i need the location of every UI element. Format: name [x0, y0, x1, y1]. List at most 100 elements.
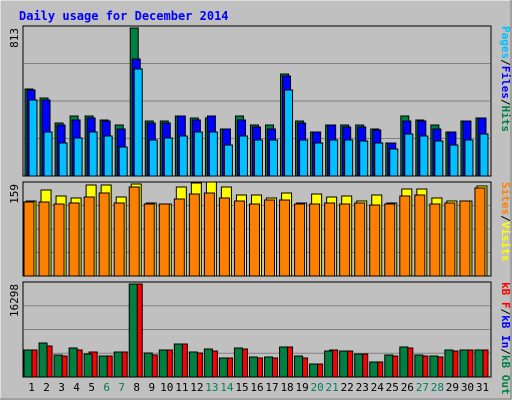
- bar-pages-day-15: [238, 135, 248, 177]
- bar-pages-day-18: [284, 89, 294, 177]
- legend-entry: Pages: [499, 26, 512, 59]
- legend-entry: Sites: [499, 182, 512, 215]
- x-tick-label-day-8: 8: [133, 381, 140, 394]
- bar-kb-out-day-22: [339, 350, 349, 378]
- x-tick-label-day-1: 1: [28, 381, 35, 394]
- bar-pages-day-21: [329, 139, 339, 177]
- x-tick-label-day-10: 10: [160, 381, 173, 394]
- bar-kb-out-day-11: [173, 343, 183, 378]
- bar-kb-out-day-7: [113, 351, 123, 378]
- bar-kb-out-day-13: [203, 348, 213, 378]
- x-tick-label-day-29: 29: [446, 381, 459, 394]
- chart-container: Daily usage for December 2014 813 Pages/F…: [0, 0, 512, 400]
- bar-pages-day-31: [479, 133, 489, 177]
- chart-title: Daily usage for December 2014: [19, 9, 229, 23]
- bar-pages-day-10: [163, 137, 173, 177]
- bar-kb-out-day-3: [53, 354, 63, 378]
- bar-kb-out-day-31: [474, 349, 484, 378]
- x-tick-label-day-11: 11: [175, 381, 188, 394]
- bar-pages-day-19: [299, 139, 309, 177]
- bar-pages-day-17: [269, 139, 279, 177]
- bar-sites-day-13: [203, 192, 215, 277]
- bar-kb-out-day-10: [158, 349, 168, 378]
- bar-kb-out-day-17: [264, 356, 274, 378]
- x-tick-label-day-2: 2: [43, 381, 50, 394]
- bar-pages-day-3: [58, 142, 68, 177]
- bar-pages-day-30: [464, 139, 474, 177]
- bar-pages-day-28: [434, 140, 444, 177]
- x-tick-label-day-6: 6: [103, 381, 110, 394]
- x-tick-label-day-12: 12: [190, 381, 203, 394]
- bar-sites-day-5: [83, 196, 95, 277]
- bar-pages-day-29: [449, 144, 459, 177]
- bar-kb-out-day-21: [324, 350, 334, 378]
- x-tick-label-day-5: 5: [88, 381, 95, 394]
- bar-kb-out-day-6: [98, 355, 108, 378]
- panel-legend: Pages/Files/Hits: [499, 26, 512, 132]
- bar-kb-out-day-15: [233, 347, 243, 378]
- x-tick-label-day-31: 31: [476, 381, 489, 394]
- bar-sites-day-17: [264, 199, 276, 277]
- bar-kb-out-day-4: [68, 347, 78, 378]
- bar-kb-out-day-28: [429, 355, 439, 378]
- legend-entry: kB Out: [499, 355, 512, 395]
- bar-sites-day-25: [384, 203, 396, 277]
- bar-pages-day-26: [404, 133, 414, 177]
- legend-entry: Visits: [499, 222, 512, 262]
- panel-legend: Sites/Visits: [499, 182, 512, 262]
- bar-kb-out-day-1: [23, 349, 33, 378]
- bar-pages-day-4: [73, 137, 83, 177]
- bar-kb-out-day-16: [248, 356, 258, 378]
- bar-kb-out-day-18: [279, 346, 289, 378]
- bar-pages-day-14: [223, 144, 233, 177]
- bar-kb-out-day-9: [143, 352, 153, 378]
- legend-entry: Hits: [499, 106, 512, 133]
- bar-sites-day-18: [279, 199, 291, 277]
- x-tick-label-day-18: 18: [280, 381, 293, 394]
- x-tick-label-day-7: 7: [118, 381, 125, 394]
- bar-kb-out-day-8: [128, 283, 138, 378]
- bar-pages-day-16: [253, 139, 263, 177]
- bar-pages-day-25: [389, 148, 399, 177]
- bar-sites-day-2: [38, 201, 50, 277]
- x-tick-label-day-13: 13: [205, 381, 218, 394]
- bar-pages-day-27: [419, 135, 429, 177]
- x-tick-label-day-30: 30: [461, 381, 474, 394]
- bar-sites-day-22: [339, 203, 351, 277]
- bar-sites-day-24: [369, 204, 381, 277]
- panel-max-label: 159: [8, 184, 21, 204]
- bar-pages-day-24: [374, 142, 384, 177]
- bar-sites-day-8: [128, 186, 140, 277]
- x-tick-label-day-14: 14: [220, 381, 234, 394]
- x-tick-label-day-17: 17: [265, 381, 278, 394]
- bar-kb-out-day-14: [218, 357, 228, 378]
- bar-sites-day-19: [294, 203, 306, 277]
- bar-sites-day-28: [429, 203, 441, 277]
- bar-pages-day-9: [148, 139, 158, 177]
- bar-pages-day-20: [314, 142, 324, 177]
- bar-kb-out-day-24: [369, 361, 379, 378]
- bar-sites-day-10: [158, 203, 170, 277]
- x-tick-label-day-23: 23: [356, 381, 369, 394]
- x-tick-label-day-27: 27: [416, 381, 429, 394]
- bar-pages-day-5: [88, 131, 98, 177]
- bar-pages-day-11: [178, 135, 188, 177]
- bar-sites-day-9: [143, 203, 155, 277]
- bar-pages-day-23: [359, 140, 369, 177]
- panel-max-label: 813: [8, 28, 21, 48]
- x-tick-label-day-9: 9: [148, 381, 155, 394]
- bar-sites-day-1: [23, 201, 35, 277]
- bar-sites-day-15: [233, 200, 245, 277]
- bar-pages-day-8: [133, 68, 143, 177]
- bar-kb-out-day-26: [399, 346, 409, 378]
- bar-sites-day-31: [474, 187, 486, 277]
- x-tick-label-day-21: 21: [326, 381, 339, 394]
- x-tick-label-day-3: 3: [58, 381, 65, 394]
- x-tick-label-day-15: 15: [235, 381, 248, 394]
- bar-kb-out-day-27: [414, 354, 424, 378]
- legend-entry: Files: [499, 66, 512, 99]
- bar-kb-out-day-2: [38, 342, 48, 378]
- bar-kb-out-day-29: [444, 349, 454, 378]
- bar-sites-day-23: [354, 202, 366, 277]
- bar-pages-day-12: [193, 131, 203, 177]
